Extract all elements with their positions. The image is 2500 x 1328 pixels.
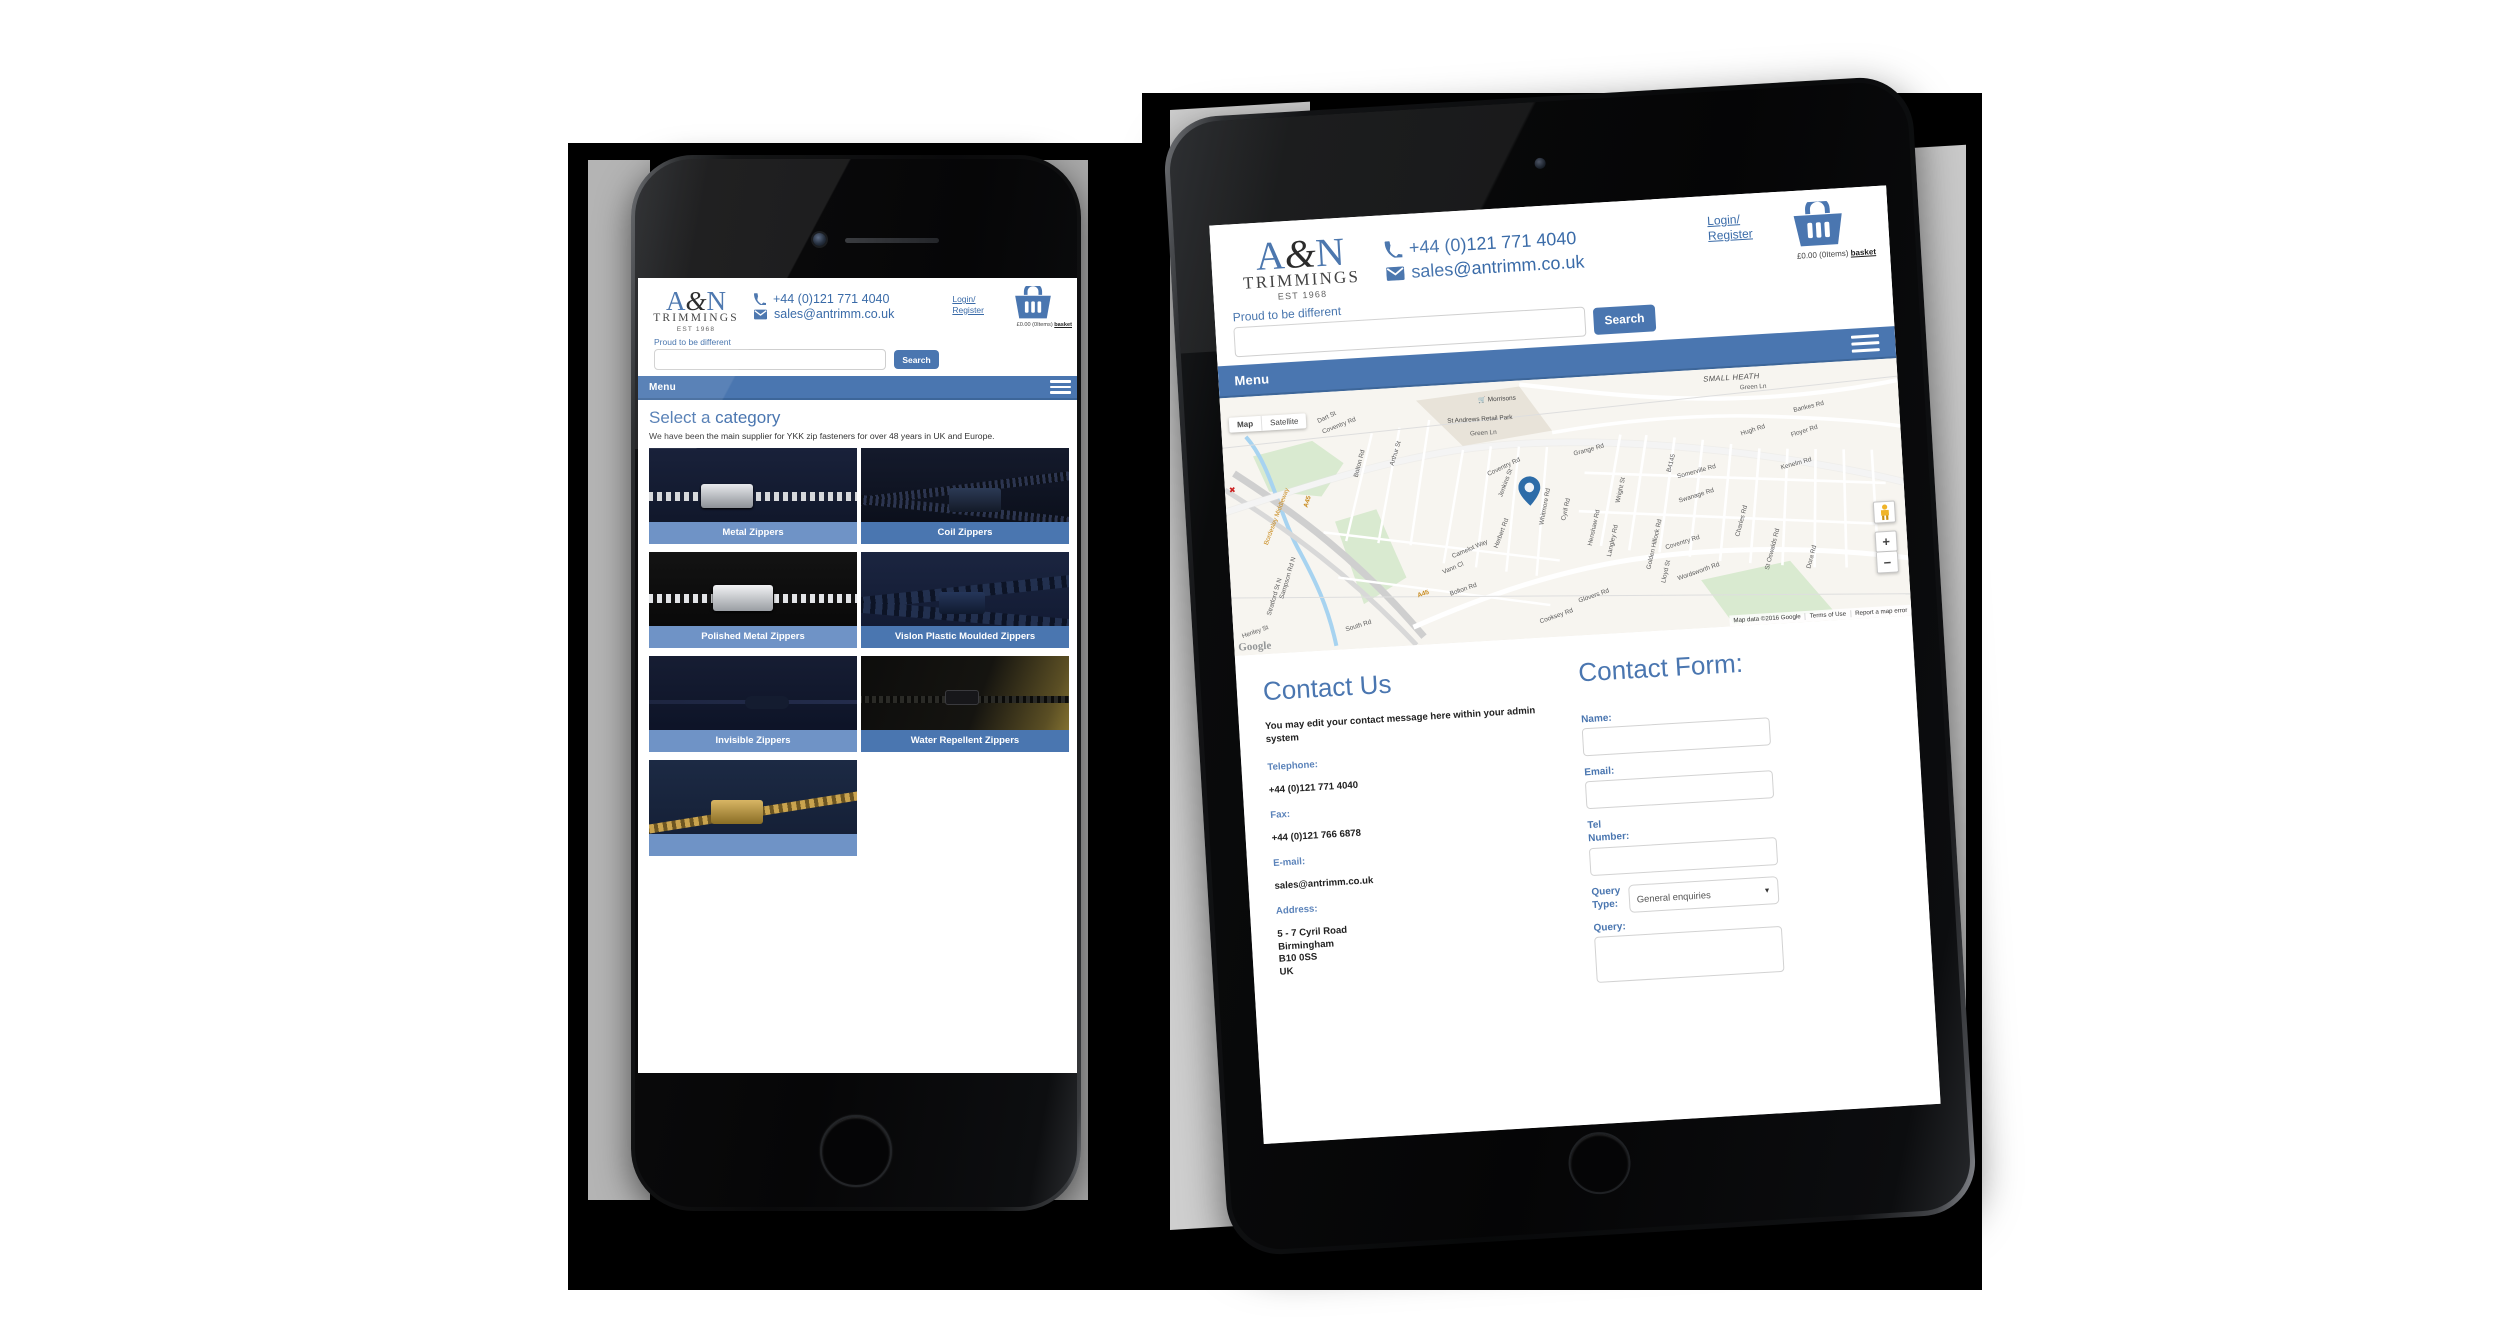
page-title: Select a category: [649, 408, 781, 427]
category-tile[interactable]: Coil Zippers: [861, 447, 1069, 544]
email-value: sales@antrimm.co.uk: [1274, 874, 1374, 892]
basket-icon[interactable]: [1789, 199, 1848, 249]
header-email-address: sales@antrimm.co.uk: [774, 307, 895, 321]
search-button[interactable]: Search: [1592, 303, 1657, 335]
logo-wordmark: TRIMMINGS: [653, 312, 739, 324]
front-camera-icon: [813, 233, 826, 246]
category-label: [649, 833, 857, 856]
map-location-pin[interactable]: [1518, 475, 1542, 506]
phone-icon: [1384, 241, 1403, 259]
category-label: Invisible Zippers: [649, 729, 857, 752]
form-email-input[interactable]: [1584, 770, 1775, 810]
form-query-type-select[interactable]: General enquiries ▼: [1627, 876, 1780, 913]
category-tile[interactable]: [649, 759, 857, 856]
contact-details-column: Contact Us You may edit your contact mes…: [1262, 659, 1569, 1004]
map-type-map[interactable]: Map: [1228, 415, 1263, 433]
header-contact-block: +44 (0)121 771 4040 sales@antrimm.co.uk: [1384, 209, 1700, 284]
tablet-screen: A&N TRIMMINGS EST 1968 +44 (0)121 771 40…: [1209, 185, 1941, 1145]
home-button[interactable]: [820, 1115, 892, 1187]
header-contact-block: +44 (0)121 771 4040 sales@antrimm.co.uk: [754, 286, 942, 321]
category-grid: Metal Zippers Coil Zippers Polished Meta…: [638, 441, 1077, 856]
form-tel-input[interactable]: [1588, 837, 1779, 877]
pegman-icon[interactable]: [1872, 500, 1897, 524]
login-register-block[interactable]: Login/ Register: [952, 286, 984, 315]
contact-form-column: Contact Form: Name: Email: Tel Number: Q…: [1577, 639, 1906, 986]
telephone-label: Telephone:: [1267, 759, 1319, 773]
search-button[interactable]: Search: [894, 350, 939, 369]
login-register-block[interactable]: Login/ Register: [1706, 205, 1753, 244]
page-subtitle: We have been the main supplier for YKK z…: [649, 430, 995, 441]
map-zoom-out-button[interactable]: −: [1875, 551, 1900, 574]
basket-block[interactable]: £0.00 (0Items) basket: [1761, 198, 1876, 263]
phone-device: A&N TRIMMINGS EST 1968 +44 (0)121 771 40…: [631, 155, 1081, 1211]
contact-section: Contact Us You may edit your contact mes…: [1235, 616, 1933, 1007]
basket-total: £0.00 (0Items): [1796, 248, 1849, 261]
form-query-type-label-line1: Query: [1591, 885, 1621, 899]
form-name-input[interactable]: [1581, 717, 1772, 757]
category-label: Metal Zippers: [649, 521, 857, 544]
register-link[interactable]: Register: [1708, 226, 1753, 244]
basket-link[interactable]: basket: [1850, 247, 1876, 257]
google-watermark: Google: [1237, 639, 1272, 654]
category-label: Polished Metal Zippers: [649, 625, 857, 648]
site-logo[interactable]: A&N TRIMMINGS EST 1968: [648, 286, 744, 333]
menu-label: Menu: [1234, 370, 1270, 388]
fax-label: Fax:: [1270, 808, 1291, 821]
earpiece-speaker: [845, 238, 939, 243]
category-tile[interactable]: Metal Zippers: [649, 447, 857, 544]
category-tile[interactable]: Polished Metal Zippers: [649, 551, 857, 648]
main-menu-bar[interactable]: Menu: [638, 376, 1077, 400]
logo-established: EST 1968: [676, 325, 716, 333]
form-query-textarea[interactable]: [1594, 925, 1785, 983]
category-tile[interactable]: Water Repellent Zippers: [861, 655, 1069, 752]
login-link[interactable]: Login/: [952, 294, 984, 305]
header-email-row[interactable]: sales@antrimm.co.uk: [754, 307, 942, 321]
email-icon: [1386, 265, 1405, 281]
header-phone-number: +44 (0)121 771 4040: [773, 292, 890, 306]
mockup-canvas: A&N TRIMMINGS EST 1968 +44 (0)121 771 40…: [0, 0, 2500, 1328]
category-label: Coil Zippers: [861, 521, 1069, 544]
header-phone-row[interactable]: +44 (0)121 771 4040: [754, 292, 942, 306]
category-label: Vislon Plastic Moulded Zippers: [861, 625, 1069, 648]
location-map[interactable]: SMALL HEATH Green Ln 🛒 Morrisons St Andr…: [1219, 358, 1912, 656]
category-label: Water Repellent Zippers: [861, 729, 1069, 752]
phone-screen: A&N TRIMMINGS EST 1968 +44 (0)121 771 40…: [638, 278, 1077, 1073]
map-type-satellite[interactable]: Satellite: [1262, 413, 1307, 431]
basket-block[interactable]: £0.00 (0Items) basket: [994, 286, 1072, 328]
tablet-device: A&N TRIMMINGS EST 1968 +44 (0)121 771 40…: [1161, 74, 1979, 1258]
menu-label: Menu: [649, 381, 676, 393]
form-query-type-value: General enquiries: [1636, 888, 1711, 904]
phone-icon: [754, 293, 766, 305]
map-report-error-link[interactable]: Report a map error: [1849, 606, 1912, 618]
basket-total: £0.00 (0Items): [1016, 322, 1053, 328]
fax-value: +44 (0)121 766 6878: [1271, 827, 1362, 844]
email-icon: [754, 309, 767, 319]
front-camera-icon: [1534, 157, 1546, 170]
category-tile[interactable]: Invisible Zippers: [649, 655, 857, 752]
hamburger-menu-icon[interactable]: [1850, 330, 1880, 357]
address-label: Address:: [1275, 903, 1318, 917]
category-tile[interactable]: Vislon Plastic Moulded Zippers: [861, 551, 1069, 648]
basket-icon[interactable]: [1013, 286, 1053, 320]
register-link[interactable]: Register: [952, 305, 984, 316]
site-tagline: Proud to be different: [654, 337, 731, 347]
basket-link[interactable]: basket: [1054, 322, 1072, 328]
email-label: E-mail:: [1272, 855, 1306, 869]
site-logo[interactable]: A&N TRIMMINGS EST 1968: [1224, 228, 1378, 305]
search-input[interactable]: [654, 349, 886, 370]
map-terms-link[interactable]: Terms of Use: [1804, 610, 1851, 620]
form-query-type-label-line2: Type:: [1591, 898, 1619, 911]
chevron-down-icon: ▼: [1763, 887, 1771, 895]
map-zoom-in-button[interactable]: +: [1874, 530, 1898, 553]
address-value: 5 - 7 Cyril Road Birmingham B10 0SS UK: [1277, 924, 1348, 978]
contact-us-title: Contact Us: [1262, 668, 1393, 707]
telephone-value: +44 (0)121 771 4040: [1268, 779, 1359, 796]
site-header: A&N TRIMMINGS EST 1968 +44 (0)121 771 40…: [638, 278, 1077, 376]
contact-form-title: Contact Form:: [1577, 647, 1744, 688]
hamburger-menu-icon[interactable]: [1050, 377, 1071, 397]
contact-message: You may edit your contact message here w…: [1264, 705, 1536, 746]
home-button[interactable]: [1566, 1130, 1633, 1196]
